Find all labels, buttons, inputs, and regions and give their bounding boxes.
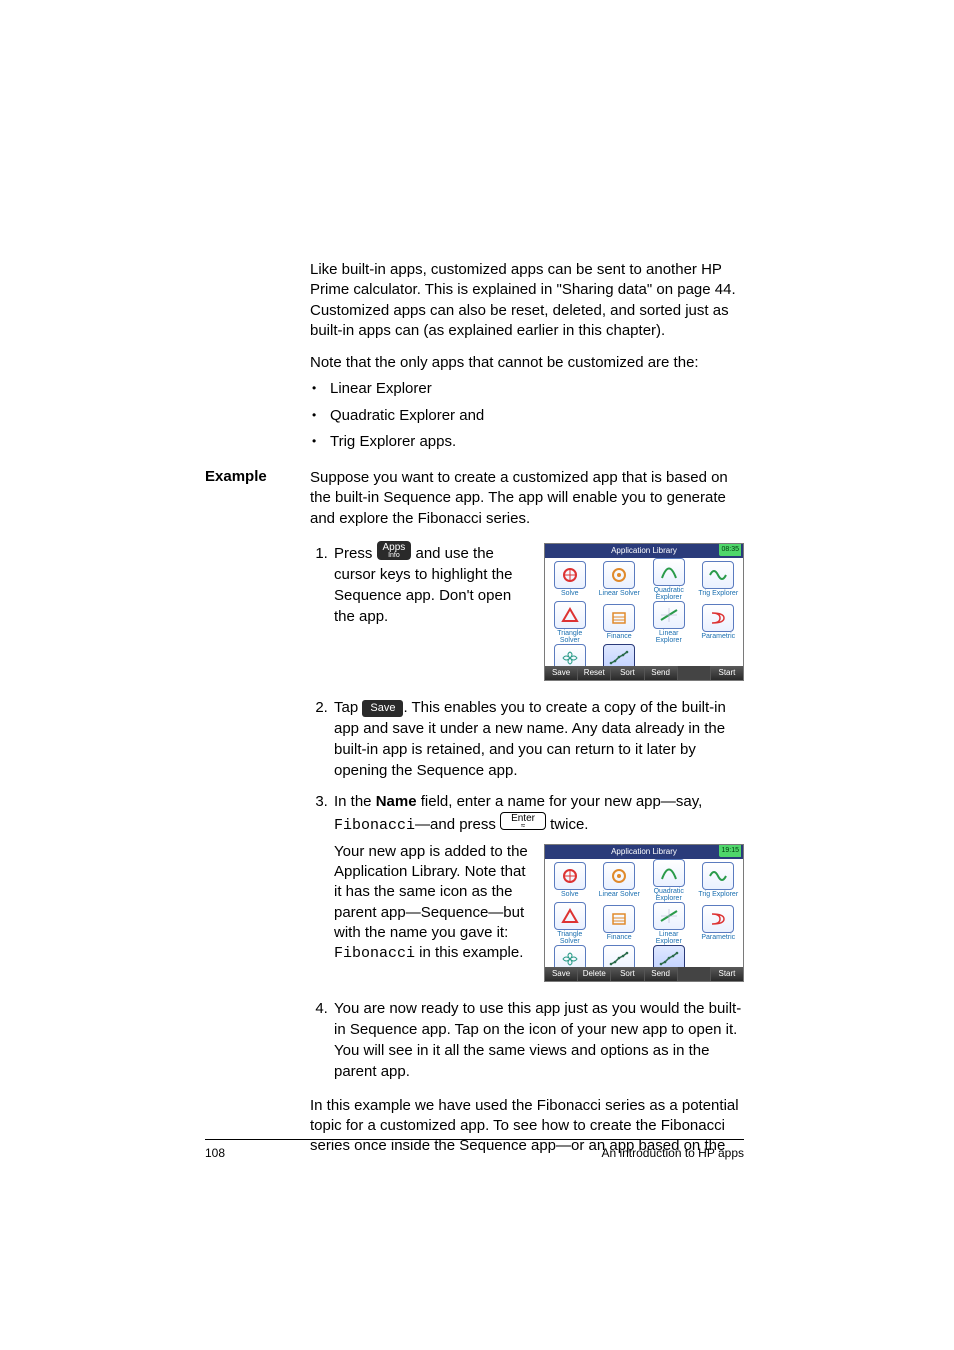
- quadratic-explorer-label: Quadratic Explorer: [646, 587, 692, 601]
- apps-key-icon: AppsInfo: [377, 541, 412, 560]
- screenshot1-menu: Save Reset Sort Send Start: [545, 666, 743, 680]
- step2-text-a: Tap: [334, 699, 362, 716]
- example-steps: Application Library 08:35 Solve Linear S…: [310, 541, 744, 1082]
- page-number: 108: [205, 1146, 225, 1160]
- menu2-sort: Sort: [611, 967, 644, 981]
- parametric-icon: [702, 604, 734, 632]
- screenshot1-titlebar: Application Library 08:35: [545, 544, 743, 558]
- screenshot2-title: Application Library: [611, 846, 677, 857]
- name-field-label: Name: [376, 793, 417, 810]
- screenshot1-title: Application Library: [611, 545, 677, 556]
- step-1: Application Library 08:35 Solve Linear S…: [332, 541, 744, 687]
- step3-sub-a: Your new app is added to the Application…: [334, 843, 528, 941]
- step4-text: You are now ready to use this app just a…: [334, 1000, 741, 1080]
- menu2-send: Send: [645, 967, 678, 981]
- finance-icon-2: [603, 905, 635, 933]
- solve-icon-2: [554, 862, 586, 890]
- screenshot1-time: 08:35: [719, 544, 741, 556]
- linear-solver-label: Linear Solver: [599, 590, 640, 597]
- cannot-customize-list: Linear Explorer Quadratic Explorer and T…: [310, 379, 744, 452]
- parametric-label: Parametric: [701, 633, 735, 640]
- bullet-quadratic-explorer: Quadratic Explorer and: [330, 406, 744, 426]
- finance-icon: [603, 604, 635, 632]
- intro-paragraph-1: Like built-in apps, customized apps can …: [310, 260, 744, 341]
- screenshot2-time: 19:15: [719, 845, 741, 857]
- menu2-start: Start: [711, 967, 743, 981]
- footer-rule: [205, 1139, 744, 1140]
- page: Like built-in apps, customized apps can …: [0, 0, 954, 1350]
- screenshot2-menu: Save Delete Sort Send Start: [545, 967, 743, 981]
- parametric-icon-2: [702, 905, 734, 933]
- step3-text-c: —and press: [415, 816, 500, 833]
- triangle-solver-icon-2: [554, 902, 586, 930]
- quadratic-explorer-icon-2: [653, 859, 685, 887]
- menu1-reset: Reset: [578, 666, 611, 680]
- step-2: Tap Save. This enables you to create a c…: [332, 697, 744, 781]
- quadratic-explorer-icon: [653, 558, 685, 586]
- screenshot2-titlebar: Application Library 19:15: [545, 845, 743, 859]
- enter-key-icon: Enter≈: [500, 812, 546, 830]
- footer-title: An introduction to HP apps: [601, 1146, 744, 1160]
- step3-text-a: In the: [334, 793, 376, 810]
- footer: 108 An introduction to HP apps: [205, 1146, 744, 1160]
- step-3: In the Name field, enter a name for your…: [332, 791, 744, 988]
- linear-solver-icon: [603, 561, 635, 589]
- save-softkey-icon: Save: [362, 700, 403, 717]
- step1-text-a: Press: [334, 545, 377, 562]
- trig-explorer-icon-2: [702, 862, 734, 890]
- triangle-solver-icon: [554, 601, 586, 629]
- menu2-delete: Delete: [578, 967, 611, 981]
- solve-icon: [554, 561, 586, 589]
- content: Like built-in apps, customized apps can …: [205, 260, 744, 1157]
- bullet-linear-explorer: Linear Explorer: [330, 379, 744, 399]
- trig-explorer-label: Trig Explorer: [698, 590, 738, 597]
- example-intro: Suppose you want to create a customized …: [310, 468, 744, 529]
- menu1-save: Save: [545, 666, 578, 680]
- menu1-start: Start: [711, 666, 743, 680]
- step3-text-b: field, enter a name for your new app—say…: [417, 793, 703, 810]
- finance-label: Finance: [607, 633, 632, 640]
- linear-explorer-label: Linear Explorer: [646, 630, 692, 644]
- menu1-sort: Sort: [611, 666, 644, 680]
- step3-text-d: twice.: [546, 816, 589, 833]
- example-label: Example: [205, 468, 267, 485]
- screenshot-app-library-1: Application Library 08:35 Solve Linear S…: [544, 543, 744, 681]
- menu2-save: Save: [545, 967, 578, 981]
- step3-sub-b: in this example.: [415, 944, 523, 961]
- linear-explorer-icon-2: [653, 902, 685, 930]
- trig-explorer-icon: [702, 561, 734, 589]
- linear-solver-icon-2: [603, 862, 635, 890]
- screenshot-app-library-2: Application Library 19:15 Solve Linear S…: [544, 844, 744, 982]
- triangle-solver-label: Triangle Solver: [547, 630, 593, 644]
- fibonacci-code-2: Fibonacci: [334, 945, 415, 962]
- intro-paragraph-2: Note that the only apps that cannot be c…: [310, 353, 744, 373]
- fibonacci-code-1: Fibonacci: [334, 817, 415, 834]
- step-4: You are now ready to use this app just a…: [332, 998, 744, 1082]
- example-section: Example Suppose you want to create a cus…: [205, 468, 744, 1157]
- linear-explorer-icon: [653, 601, 685, 629]
- menu1-send: Send: [645, 666, 678, 680]
- bullet-trig-explorer: Trig Explorer apps.: [330, 432, 744, 452]
- solve-label: Solve: [561, 590, 579, 597]
